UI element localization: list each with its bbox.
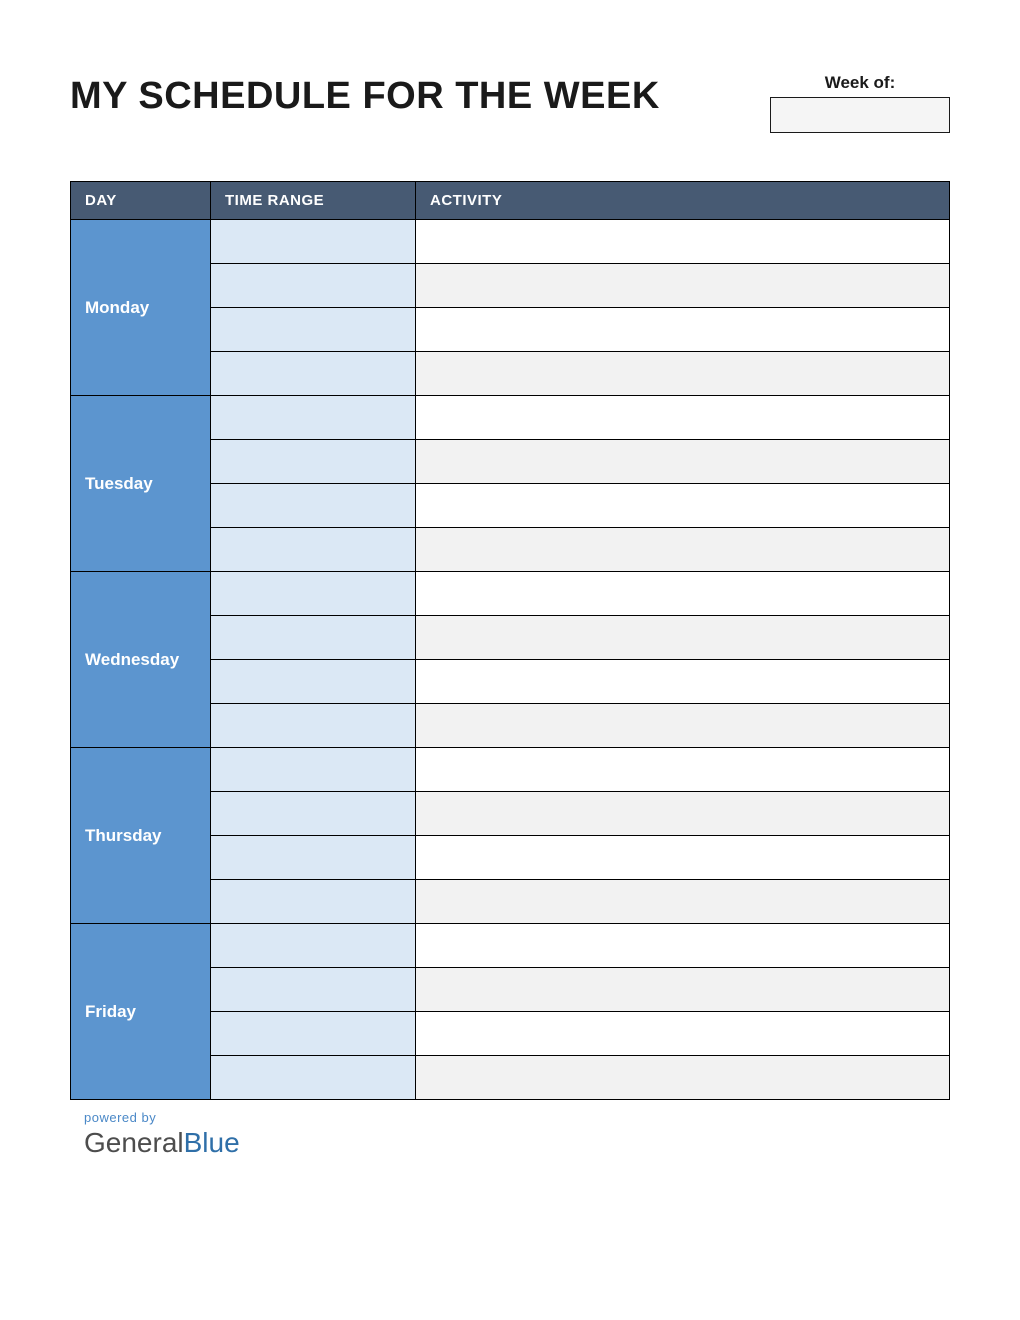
time-cell [211,836,416,880]
time-cell [211,572,416,616]
time-cell [211,616,416,660]
activity-cell [416,220,950,264]
activity-input[interactable] [416,264,949,307]
time-cell [211,1056,416,1100]
activity-input[interactable] [416,792,949,835]
activity-input[interactable] [416,704,949,747]
time-input[interactable] [211,836,415,879]
activity-cell [416,968,950,1012]
activity-input[interactable] [416,220,949,263]
time-input[interactable] [211,528,415,571]
time-input[interactable] [211,704,415,747]
time-cell [211,792,416,836]
page-title: MY SCHEDULE FOR THE WEEK [70,75,660,118]
time-input[interactable] [211,748,415,791]
activity-input[interactable] [416,1056,949,1099]
activity-cell [416,836,950,880]
time-cell [211,396,416,440]
activity-cell [416,616,950,660]
activity-input[interactable] [416,440,949,483]
time-cell [211,1012,416,1056]
time-input[interactable] [211,220,415,263]
time-cell [211,440,416,484]
activity-input[interactable] [416,968,949,1011]
time-cell [211,660,416,704]
activity-input[interactable] [416,880,949,923]
activity-cell [416,704,950,748]
week-of-label: Week of: [825,73,896,93]
time-input[interactable] [211,352,415,395]
time-input[interactable] [211,308,415,351]
time-cell [211,308,416,352]
activity-cell [416,748,950,792]
time-input[interactable] [211,792,415,835]
activity-input[interactable] [416,1012,949,1055]
activity-cell [416,352,950,396]
activity-input[interactable] [416,396,949,439]
day-cell: Friday [71,924,211,1100]
activity-cell [416,660,950,704]
time-input[interactable] [211,924,415,967]
activity-input[interactable] [416,924,949,967]
activity-cell [416,1056,950,1100]
activity-input[interactable] [416,660,949,703]
time-input[interactable] [211,1012,415,1055]
activity-input[interactable] [416,572,949,615]
activity-cell [416,792,950,836]
activity-cell [416,528,950,572]
time-input[interactable] [211,968,415,1011]
day-cell: Wednesday [71,572,211,748]
activity-cell [416,396,950,440]
time-cell [211,264,416,308]
activity-cell [416,924,950,968]
logo-text-general: General [84,1127,184,1158]
time-cell [211,748,416,792]
time-cell [211,704,416,748]
time-cell [211,968,416,1012]
time-input[interactable] [211,1056,415,1099]
activity-input[interactable] [416,616,949,659]
day-cell: Monday [71,220,211,396]
time-input[interactable] [211,572,415,615]
activity-cell [416,880,950,924]
logo-text-blue: Blue [184,1127,240,1158]
col-header-activity: ACTIVITY [416,182,950,220]
time-input[interactable] [211,484,415,527]
activity-input[interactable] [416,484,949,527]
week-of-input[interactable] [770,97,950,133]
time-cell [211,352,416,396]
time-input[interactable] [211,616,415,659]
time-input[interactable] [211,396,415,439]
time-cell [211,528,416,572]
activity-cell [416,484,950,528]
time-cell [211,484,416,528]
logo: GeneralBlue [84,1127,950,1159]
day-cell: Tuesday [71,396,211,572]
activity-cell [416,308,950,352]
time-cell [211,924,416,968]
time-input[interactable] [211,660,415,703]
activity-input[interactable] [416,308,949,351]
powered-by-label: powered by [84,1110,950,1125]
activity-cell [416,1012,950,1056]
time-input[interactable] [211,264,415,307]
activity-cell [416,264,950,308]
activity-input[interactable] [416,528,949,571]
activity-cell [416,440,950,484]
col-header-day: DAY [71,182,211,220]
day-cell: Thursday [71,748,211,924]
activity-input[interactable] [416,836,949,879]
time-cell [211,220,416,264]
col-header-time: TIME RANGE [211,182,416,220]
footer: powered by GeneralBlue [70,1110,950,1159]
week-of-block: Week of: [770,73,950,133]
activity-cell [416,572,950,616]
time-cell [211,880,416,924]
activity-input[interactable] [416,352,949,395]
activity-input[interactable] [416,748,949,791]
time-input[interactable] [211,880,415,923]
schedule-table: DAY TIME RANGE ACTIVITY MondayTuesdayWed… [70,181,950,1100]
time-input[interactable] [211,440,415,483]
